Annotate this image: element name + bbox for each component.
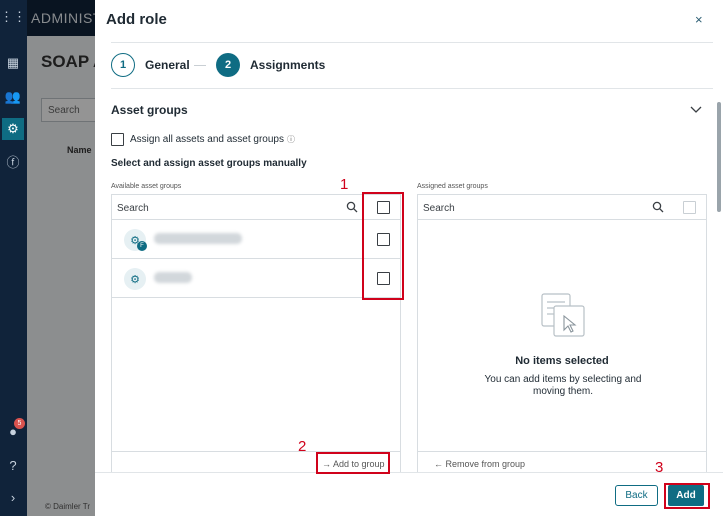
back-button[interactable]: Back xyxy=(615,485,658,506)
asset-group-icon: ⚙ xyxy=(124,268,146,290)
search-placeholder: Search xyxy=(423,203,455,214)
building-icon[interactable]: ▦ xyxy=(2,52,24,74)
assign-all-label: Assign all assets and asset groups xyxy=(130,134,284,145)
assign-all-checkbox[interactable] xyxy=(111,133,124,146)
add-to-group-label: Add to group xyxy=(333,459,385,469)
close-icon[interactable]: × xyxy=(695,12,703,27)
annotation-number: 3 xyxy=(655,459,664,476)
step-number: 1 xyxy=(111,53,135,77)
annotation-number: 1 xyxy=(340,176,349,193)
empty-subtitle: You can add items by selecting and movin… xyxy=(484,374,642,397)
available-label: Available asset groups xyxy=(111,183,182,190)
search-placeholder: Search xyxy=(117,203,149,214)
asset-group-icon: ⚙ F xyxy=(124,229,147,251)
badge-f-icon: F xyxy=(137,241,147,251)
apps-grid-icon[interactable]: ⋮⋮ xyxy=(0,6,26,28)
assigned-label: Assigned asset groups xyxy=(417,183,488,190)
search-icon[interactable] xyxy=(652,201,664,213)
scrollbar-thumb[interactable] xyxy=(717,102,721,212)
info-icon[interactable]: ⓘ xyxy=(287,134,295,145)
add-role-dialog: Add role × 1 General 2 Assignments Asset… xyxy=(95,0,723,516)
manual-assign-title: Select and assign asset groups manually xyxy=(111,158,307,169)
step-general[interactable]: 1 General xyxy=(111,53,190,77)
assigned-search[interactable]: Search xyxy=(418,195,706,220)
circle-f-icon[interactable]: ⓕ xyxy=(2,150,24,172)
empty-title: No items selected xyxy=(515,355,609,367)
step-label: General xyxy=(145,58,190,72)
dialog-title: Add role xyxy=(106,11,167,28)
assigned-panel: Search No items selected You can add ite… xyxy=(417,194,707,478)
step-label: Assignments xyxy=(250,58,326,72)
dialog-footer: Back Add xyxy=(95,472,723,516)
assign-all-option[interactable]: Assign all assets and asset groups ⓘ xyxy=(111,133,295,146)
notification-badge: 5 xyxy=(14,418,25,429)
list-item[interactable]: ⚙ xyxy=(112,259,400,298)
expand-chevron-icon[interactable]: › xyxy=(2,486,24,508)
screen: ⋮⋮ ▦ 👥 ⚙ ⓕ ● 5 ? › ADMINIST SOAP A Searc… xyxy=(0,0,723,516)
help-icon[interactable]: ? xyxy=(2,454,24,476)
available-search[interactable]: Search xyxy=(112,195,400,220)
step-connector xyxy=(194,65,206,66)
users-icon[interactable]: 👥 xyxy=(2,86,24,108)
add-to-group-button[interactable]: → Add to group xyxy=(322,459,385,469)
divider xyxy=(111,42,713,43)
chevron-down-icon[interactable] xyxy=(690,103,702,115)
redacted-name xyxy=(154,233,242,244)
step-number: 2 xyxy=(216,53,240,77)
section-title[interactable]: Asset groups xyxy=(111,103,188,117)
step-assignments[interactable]: 2 Assignments xyxy=(216,53,325,77)
annotation-number: 2 xyxy=(298,438,307,455)
search-icon[interactable] xyxy=(346,201,358,213)
empty-list-icon xyxy=(541,293,585,337)
select-all-checkbox[interactable] xyxy=(377,201,390,214)
add-button[interactable]: Add xyxy=(668,485,704,506)
remove-from-group-button[interactable]: ← Remove from group xyxy=(434,459,525,469)
nav-rail: ⋮⋮ ▦ 👥 ⚙ ⓕ ● 5 ? › xyxy=(0,0,27,516)
divider xyxy=(111,88,713,89)
redacted-name xyxy=(154,272,192,283)
roles-icon[interactable]: ⚙ xyxy=(2,118,24,140)
available-panel: Search ⚙ F ⚙ → Add to group xyxy=(111,194,401,478)
list-item[interactable]: ⚙ F xyxy=(112,220,400,259)
select-all-checkbox xyxy=(683,201,696,214)
item-checkbox[interactable] xyxy=(377,272,390,285)
item-checkbox[interactable] xyxy=(377,233,390,246)
remove-from-group-label: Remove from group xyxy=(445,459,526,469)
